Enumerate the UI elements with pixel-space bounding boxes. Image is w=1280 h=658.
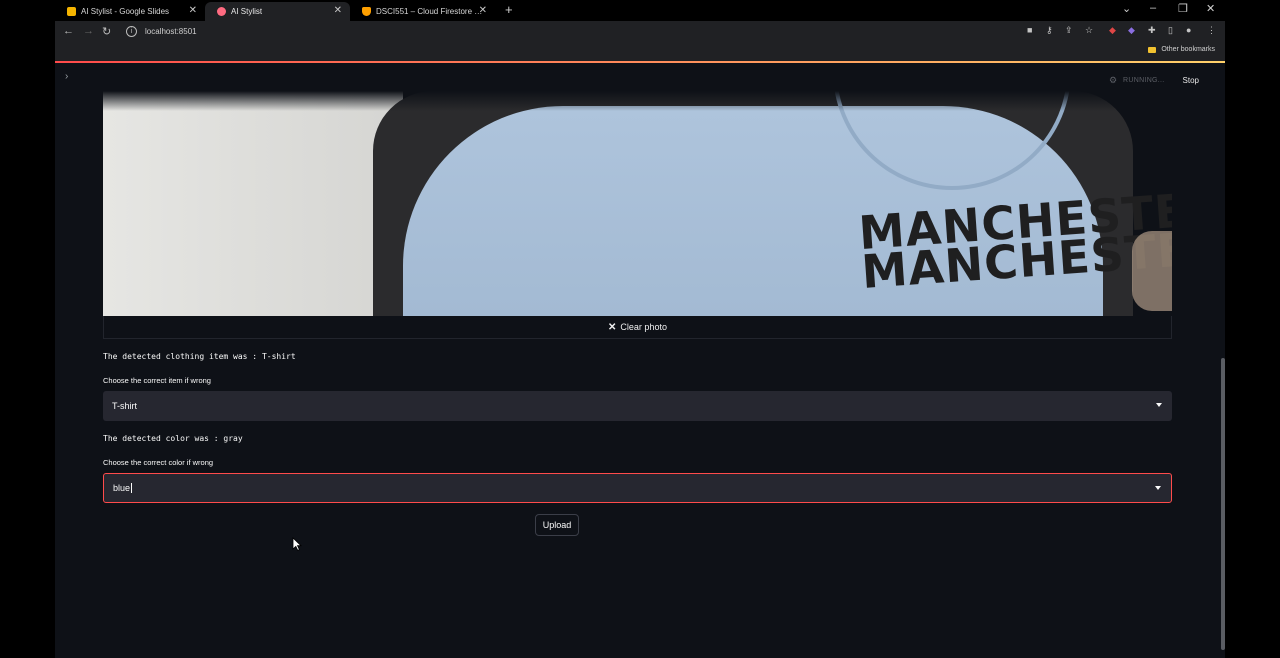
reload-icon[interactable]: ↻ (102, 25, 111, 38)
address-bar[interactable]: i localhost:8501 (120, 23, 1000, 39)
other-bookmarks[interactable]: Other bookmarks (1148, 46, 1215, 53)
key-icon[interactable]: ⚷ (1046, 25, 1053, 36)
extensions-icon[interactable]: ✚ (1148, 25, 1156, 36)
clear-photo-label: Clear photo (620, 322, 667, 332)
item-select[interactable]: T-shirt (103, 391, 1172, 421)
tab-ai-stylist[interactable]: AI Stylist ✕ (205, 2, 350, 21)
bookmarks-bar: Other bookmarks (55, 42, 1225, 61)
minimize-icon[interactable]: – (1150, 2, 1156, 14)
back-icon[interactable]: ← (63, 25, 74, 37)
tab-label: AI Stylist - Google Slides (81, 7, 170, 16)
restore-icon[interactable]: ❐ (1178, 2, 1188, 15)
running-icon: ⚙ (1108, 75, 1118, 85)
tab-firestore[interactable]: DSCI551 – Cloud Firestore – Fire ✕ (350, 2, 495, 21)
window-close-icon[interactable]: ✕ (1206, 2, 1215, 15)
mouse-pointer-icon (292, 537, 302, 551)
folder-icon (1148, 46, 1157, 53)
detected-item-text: The detected clothing item was : T-shirt (103, 352, 296, 361)
profile-avatar[interactable]: ● (1186, 25, 1191, 35)
share-icon[interactable]: ⇪ (1065, 25, 1073, 36)
firebase-icon (362, 7, 371, 16)
tab-search-icon[interactable]: ⌄ (1122, 2, 1131, 15)
upload-button[interactable]: Upload (535, 514, 579, 536)
bookmark-label: Other bookmarks (1161, 46, 1215, 53)
tab-label: DSCI551 – Cloud Firestore – Fire (376, 7, 484, 16)
item-select-label: Choose the correct item if wrong (103, 376, 211, 385)
streamlit-icon (217, 7, 226, 16)
scrollbar[interactable] (1221, 358, 1225, 650)
forward-icon[interactable]: → (83, 25, 94, 37)
url-text: localhost:8501 (145, 26, 197, 36)
close-icon[interactable]: ✕ (189, 5, 197, 16)
status-running: RUNNING... (1123, 77, 1165, 84)
chevron-down-icon[interactable] (1156, 403, 1162, 407)
star-icon[interactable]: ☆ (1085, 25, 1093, 36)
color-select[interactable]: blue (103, 473, 1172, 503)
new-tab-icon[interactable]: + (505, 2, 513, 17)
chevron-right-icon[interactable]: › (65, 71, 68, 82)
chevron-down-icon[interactable] (1155, 486, 1161, 490)
photo-fade (103, 91, 1172, 111)
detected-color-text: The detected color was : gray (103, 434, 243, 443)
status-widget: ⚙ RUNNING... Stop (1109, 75, 1199, 86)
photo-shirt: MANCHESTER MANCHESTER (403, 91, 1172, 316)
extension-purple-icon[interactable]: ◆ (1128, 25, 1135, 36)
close-icon[interactable]: ✕ (334, 5, 342, 16)
text-cursor (131, 483, 133, 493)
browser-tab-bar: AI Stylist - Google Slides ✕ AI Stylist … (0, 0, 1280, 21)
info-icon[interactable]: i (126, 25, 137, 37)
tab-google-slides[interactable]: AI Stylist - Google Slides ✕ (55, 2, 205, 21)
tab-label: AI Stylist (231, 7, 263, 16)
side-panel-icon[interactable]: ▯ (1168, 25, 1173, 36)
photo-arm (1132, 231, 1172, 311)
google-slides-icon (67, 7, 76, 16)
close-icon: ✕ (608, 321, 617, 333)
stop-button[interactable]: Stop (1183, 76, 1199, 85)
color-select-label: Choose the correct color if wrong (103, 458, 214, 467)
camera-icon[interactable]: ■ (1027, 25, 1032, 35)
streamlit-app: › ⚙ RUNNING... Stop MANCHESTER MANCHESTE… (55, 63, 1225, 658)
browser-toolbar: ← → ↻ i localhost:8501 ■ ⚷ ⇪ ☆ ◆ ◆ ✚ ▯ ●… (55, 21, 1225, 42)
close-icon[interactable]: ✕ (479, 5, 487, 16)
color-select-value: blue (113, 483, 131, 493)
item-select-value: T-shirt (112, 401, 138, 411)
menu-icon[interactable]: ⋮ (1207, 25, 1216, 36)
clear-photo-button[interactable]: ✕ Clear photo (103, 316, 1172, 339)
camera-photo: MANCHESTER MANCHESTER (103, 91, 1172, 316)
photo-background (103, 91, 403, 316)
shirt-print: MANCHESTER MANCHESTER (857, 181, 1172, 299)
extension-red-icon[interactable]: ◆ (1109, 25, 1116, 36)
